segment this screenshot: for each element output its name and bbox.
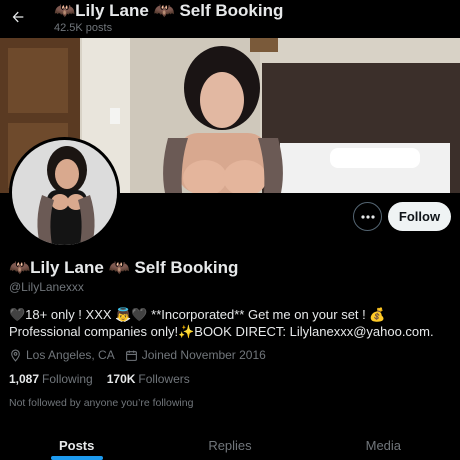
follow-button[interactable]: Follow bbox=[388, 202, 451, 231]
following-label: Following bbox=[42, 372, 93, 386]
profile-bio: 🖤18+ only ! XXX 👼🖤 **Incorporated** Get … bbox=[9, 307, 434, 339]
avatar[interactable] bbox=[9, 137, 120, 248]
location-text: Los Angeles, CA bbox=[26, 348, 115, 362]
user-handle: @LilyLanexxx bbox=[9, 280, 84, 294]
tab-posts-label: Posts bbox=[58, 438, 95, 453]
more-icon bbox=[360, 214, 375, 219]
followers-stat[interactable]: 170K Followers bbox=[107, 372, 190, 386]
tab-media[interactable]: Media bbox=[307, 430, 460, 460]
followers-label: Followers bbox=[138, 372, 190, 386]
followers-count: 170K bbox=[106, 372, 136, 386]
profile-meta: Los Angeles, CA Joined November 2016 bbox=[9, 346, 276, 364]
tab-replies[interactable]: Replies bbox=[153, 430, 306, 460]
more-options-button[interactable] bbox=[353, 202, 382, 231]
join-date-text: Joined November 2016 bbox=[141, 348, 266, 362]
avatar-image bbox=[12, 140, 117, 245]
tab-media-label: Media bbox=[365, 438, 402, 453]
display-name: 🦇Lily Lane 🦇 Self Booking bbox=[9, 258, 239, 277]
join-date: Joined November 2016 bbox=[125, 348, 266, 362]
following-stat[interactable]: 1,087 Following bbox=[9, 372, 93, 386]
tab-replies-label: Replies bbox=[208, 438, 252, 453]
location-pin-icon bbox=[11, 349, 20, 362]
calendar-icon bbox=[125, 350, 137, 361]
header-posts-count: 42.5K posts bbox=[54, 22, 113, 34]
profile-tabs: Posts Replies Media bbox=[0, 430, 460, 460]
following-count: 1,087 bbox=[9, 372, 40, 386]
top-bar: 🦇Lily Lane 🦇 Self Booking 42.5K posts bbox=[0, 0, 460, 38]
active-tab-indicator bbox=[50, 456, 103, 460]
follow-stats: 1,087 Following 170K Followers bbox=[9, 372, 204, 386]
followed-by-note: Not followed by anyone you’re following bbox=[9, 397, 194, 409]
tab-posts[interactable]: Posts bbox=[0, 430, 153, 460]
arrow-left-icon bbox=[12, 11, 24, 23]
header-title: 🦇Lily Lane 🦇 Self Booking bbox=[54, 1, 284, 20]
back-button[interactable] bbox=[6, 5, 30, 29]
location: Los Angeles, CA bbox=[9, 348, 115, 362]
